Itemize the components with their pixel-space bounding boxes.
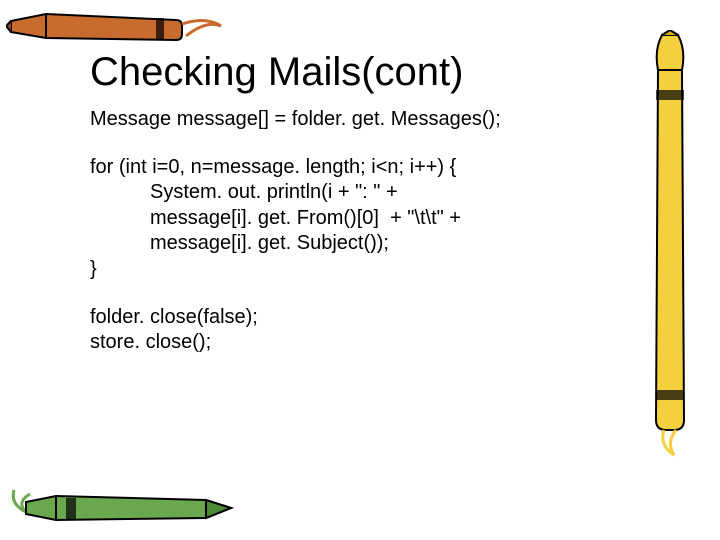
code-line-folderclose: folder. close(false); xyxy=(90,305,610,331)
code-line-for: for (int i=0, n=message. length; i<n; i+… xyxy=(90,155,610,181)
crayon-decoration-bottom xyxy=(6,484,236,534)
slide: Checking Mails(cont) Message message[] =… xyxy=(0,0,720,540)
crayon-decoration-top xyxy=(6,6,226,48)
code-line-from: message[i]. get. From()[0] + "\t\t" + xyxy=(90,206,610,232)
code-line-println: System. out. println(i + ": " + xyxy=(90,180,610,206)
code-line-1: Message message[] = folder. get. Message… xyxy=(90,107,610,133)
code-close-block: folder. close(false); store. close(); xyxy=(90,305,610,356)
code-for-block: for (int i=0, n=message. length; i<n; i+… xyxy=(90,155,610,283)
crayon-decoration-right xyxy=(644,30,694,460)
code-line-subject: message[i]. get. Subject()); xyxy=(90,231,610,257)
slide-title: Checking Mails(cont) xyxy=(90,50,610,95)
code-line-storeclose: store. close(); xyxy=(90,330,610,356)
code-line-closebrace: } xyxy=(90,257,610,283)
